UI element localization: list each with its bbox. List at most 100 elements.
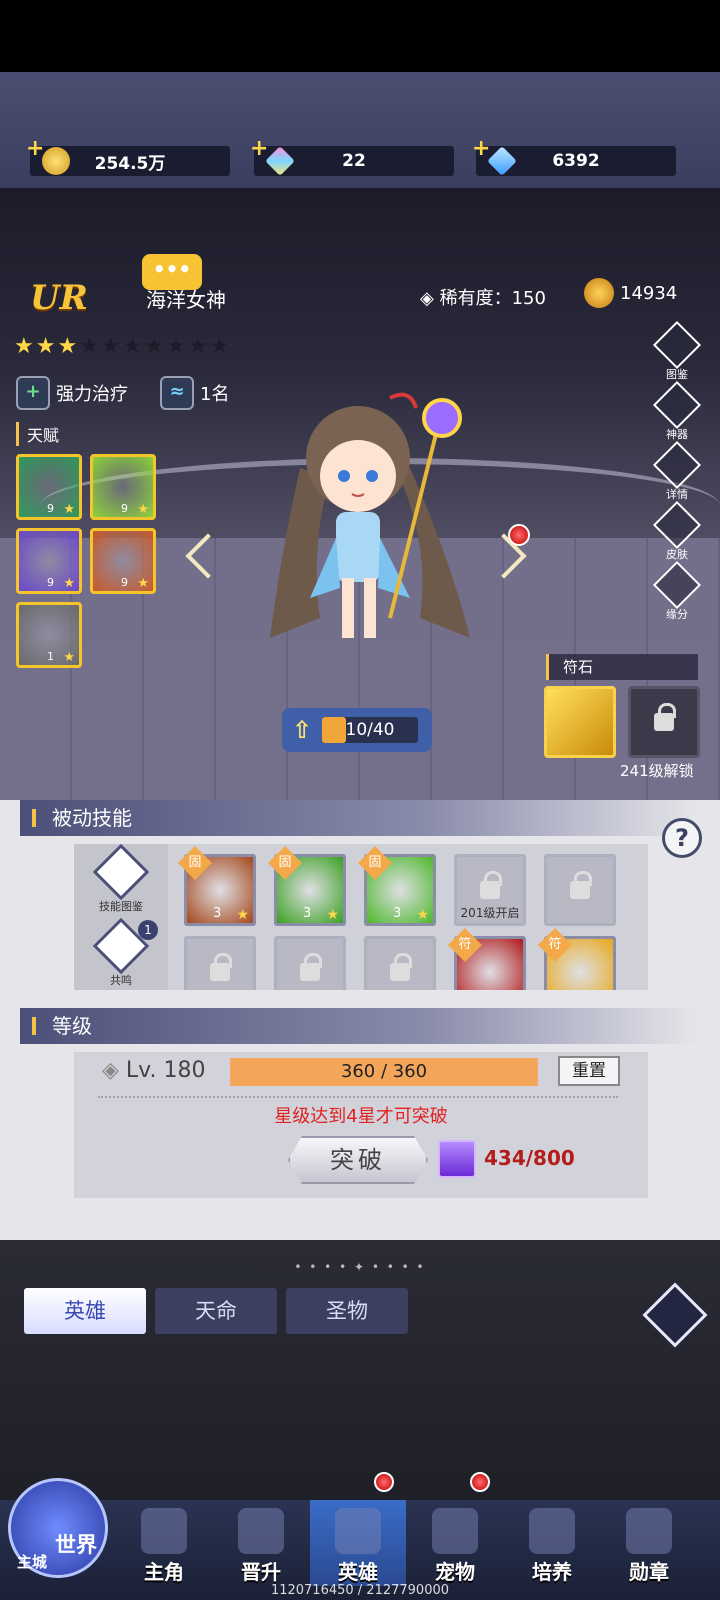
star-icon: ★: [326, 907, 339, 923]
skill-tag-label: 固: [368, 855, 382, 870]
talent-slot[interactable]: 9 ★: [16, 454, 82, 520]
lock-icon: [210, 953, 232, 981]
help-button[interactable]: ?: [662, 818, 702, 858]
passive-skill-grid: 技能图鉴 共鸣 1 固 3 ★ 固 3 ★ 固 3 ★ 201级开启符 符: [74, 844, 648, 990]
power-display: 14934: [584, 278, 677, 308]
skill-tag-badge: 固: [178, 846, 212, 880]
hero-character[interactable]: [240, 388, 480, 658]
resonance-badge: 1: [138, 920, 158, 940]
rank-badge: UR: [30, 278, 88, 318]
world-button[interactable]: 世界 主城: [8, 1478, 108, 1578]
level-label: ◈ Lv. 180: [102, 1058, 205, 1083]
diamond-value: 6392: [552, 151, 600, 171]
skill-tag-label: 符: [548, 937, 562, 952]
nav-label: 宠物: [435, 1560, 475, 1584]
role-label: 强力治疗: [56, 384, 128, 405]
star-icon: ★: [63, 650, 75, 665]
talent-level: 9: [121, 576, 128, 589]
crystal-counter[interactable]: + 22: [250, 136, 454, 176]
talent-level: 9: [47, 576, 54, 589]
exp-bar: 360 / 360: [230, 1058, 538, 1086]
promotion-icon: [238, 1508, 284, 1554]
star-icon: ★: [416, 907, 429, 923]
locked-skill-slot[interactable]: [274, 936, 346, 990]
nav-protagonist[interactable]: 主角: [116, 1500, 212, 1586]
rune-title: 符石: [546, 654, 698, 680]
locked-skill-slot[interactable]: [184, 936, 256, 990]
star-icon: ★: [137, 576, 149, 591]
artifact-icon: [652, 380, 702, 430]
resonance-button[interactable]: 共鸣 1: [92, 917, 158, 987]
talent-level: 9: [47, 502, 54, 515]
level-up-icon: ⇧: [291, 716, 313, 744]
eye-icon[interactable]: [642, 1282, 708, 1348]
talent-level: 1: [47, 650, 54, 663]
rank-tag[interactable]: ≈ 1名: [160, 376, 229, 410]
skill-tag-badge: 符: [448, 928, 482, 962]
lock-icon: [570, 871, 592, 899]
skill-slot[interactable]: 固 3 ★: [358, 846, 436, 926]
tab-2[interactable]: 圣物: [286, 1288, 408, 1334]
locked-skill-slot[interactable]: 201级开启: [454, 854, 526, 926]
detail-panel: 被动技能 ? 技能图鉴 共鸣 1 固 3 ★ 固 3 ★ 固 3 ★ 201级开启符 符 等级 ◈ …: [0, 800, 720, 1240]
tab-1[interactable]: 天命: [155, 1288, 277, 1334]
level-progress-pill[interactable]: ⇧ 10/40: [282, 708, 432, 752]
level-box: ◈ Lv. 180 360 / 360 重置 星级达到4星才可突破 突破 434…: [74, 1052, 648, 1198]
add-diamond-icon[interactable]: +: [472, 136, 490, 161]
orb-count: 434/800: [484, 1146, 575, 1170]
talent-slot[interactable]: 9 ★: [90, 528, 156, 594]
hero-scene: UR ••• 海洋女神 ◈ 稀有度：150 14934 ★ ★ ★ ★ ★ ★ ★ ★ ★ ★ +…: [0, 188, 720, 800]
skill-slot[interactable]: 固 3 ★: [178, 846, 256, 926]
level-progress-text: 10/40: [345, 720, 395, 740]
skill-codex-label: 技能图鉴: [99, 900, 143, 913]
diamond-icon: [487, 146, 517, 176]
rarity-label: ◈ 稀有度：150: [420, 288, 546, 309]
nav-promotion[interactable]: 晋升: [213, 1500, 309, 1586]
locked-skill-slot[interactable]: [364, 936, 436, 990]
star-empty-icon: ★: [79, 334, 99, 359]
skill-codex-button[interactable]: 技能图鉴: [92, 844, 150, 913]
water-icon: ≈: [160, 376, 194, 410]
talent-slot[interactable]: 9 ★: [16, 528, 82, 594]
nav-hero[interactable]: 英雄: [310, 1500, 406, 1586]
diamond-counter[interactable]: + 6392: [472, 136, 676, 176]
nav-training[interactable]: 培养: [504, 1500, 600, 1586]
nav-medal[interactable]: 勋章: [601, 1500, 697, 1586]
breakthrough-button[interactable]: 突破: [288, 1136, 428, 1184]
rank-label: 1名: [200, 384, 230, 405]
pet-icon: [432, 1508, 478, 1554]
codex-icon: [92, 844, 150, 901]
rune-slot-2[interactable]: [628, 686, 700, 758]
star-rating: ★ ★ ★ ★ ★ ★ ★ ★ ★ ★: [14, 334, 229, 359]
tab-0[interactable]: 英雄: [24, 1288, 146, 1334]
add-crystal-icon[interactable]: +: [250, 136, 268, 161]
power-value: 14934: [620, 282, 678, 304]
skill-slot[interactable]: 固 3 ★: [268, 846, 346, 926]
rune-slot-1[interactable]: [544, 686, 616, 758]
skill-slot[interactable]: 符: [448, 928, 526, 990]
talent-level: 9: [121, 502, 128, 515]
skill-tag-badge: 固: [358, 846, 392, 880]
skill-tag-label: 符: [458, 937, 472, 952]
rune-unlock-text: 241级解锁: [620, 762, 694, 780]
skill-tag-label: 固: [278, 855, 292, 870]
nav-label: 晋升: [241, 1560, 281, 1584]
crystal-icon: [265, 146, 295, 176]
talent-slot[interactable]: 1 ★: [16, 602, 82, 668]
level-progress-fill: [322, 717, 346, 743]
world-label: 世界: [55, 1533, 97, 1557]
training-icon: [529, 1508, 575, 1554]
gold-counter[interactable]: + 254.5万: [26, 136, 230, 176]
locked-skill-slot[interactable]: [544, 854, 616, 926]
skill-level: 3: [393, 906, 402, 921]
side-button-bond[interactable]: 缘分: [650, 560, 704, 630]
lock-icon: [300, 953, 322, 981]
role-tag[interactable]: + 强力治疗: [16, 376, 128, 410]
talent-slot[interactable]: 9 ★: [90, 454, 156, 520]
breakthrough-warning: 星级达到4星才可突破: [274, 1106, 448, 1127]
gold-value: 254.5万: [94, 153, 166, 174]
reset-button[interactable]: 重置: [558, 1056, 620, 1086]
nav-pet[interactable]: 宠物: [407, 1500, 503, 1586]
skill-slot[interactable]: 符: [538, 928, 616, 990]
codex-icon: [652, 320, 702, 370]
